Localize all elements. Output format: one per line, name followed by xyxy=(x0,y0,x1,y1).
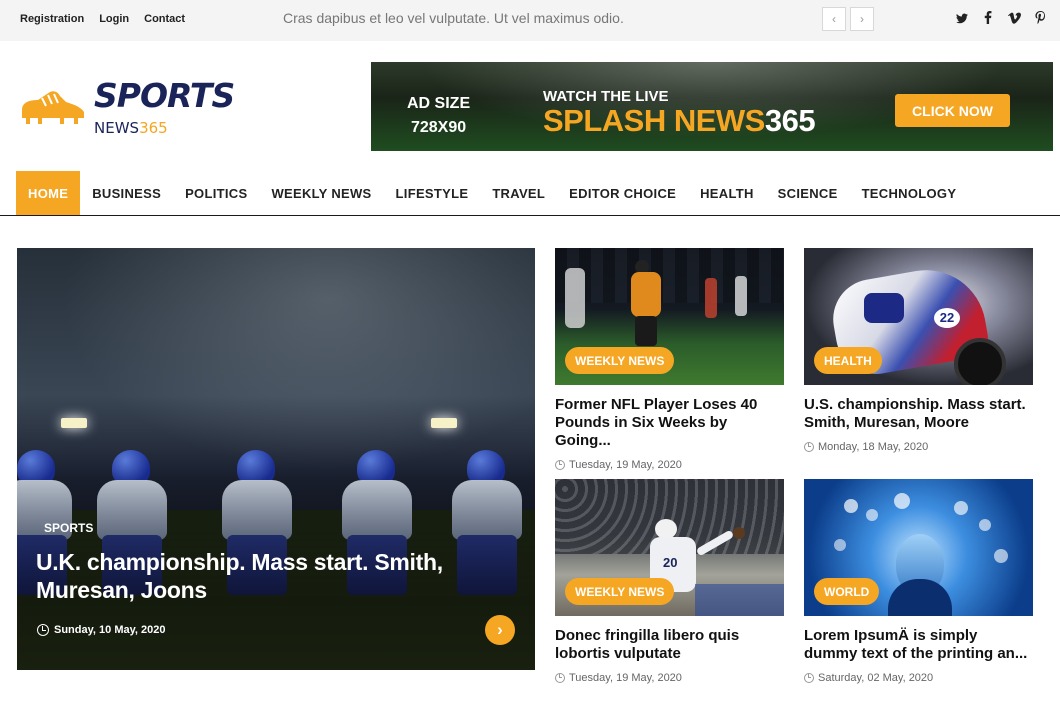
ticker-prev-button[interactable]: ‹ xyxy=(822,7,846,31)
hero-article[interactable]: SPORTS U.K. championship. Mass start. Sm… xyxy=(17,248,535,670)
clock-icon xyxy=(37,624,49,636)
nav-item-technology[interactable]: TECHNOLOGY xyxy=(850,171,969,215)
article-title[interactable]: Donec fringilla libero quis lobortis vul… xyxy=(555,627,784,663)
ticker-next-button[interactable]: › xyxy=(850,7,874,31)
hero-title[interactable]: U.K. championship. Mass start. Smith, Mu… xyxy=(36,548,506,604)
facebook-icon[interactable] xyxy=(982,11,994,28)
article-title[interactable]: Lorem IpsumÄ is simply dummy text of the… xyxy=(804,627,1033,663)
article-date: Tuesday, 19 May, 2020 xyxy=(555,672,784,684)
nav-item-weekly-news[interactable]: WEEKLY NEWS xyxy=(259,171,383,215)
clock-icon xyxy=(804,442,814,452)
category-badge[interactable]: WORLD xyxy=(814,578,880,605)
article-card[interactable]: 22 HEALTH U.S. championship. Mass start.… xyxy=(804,248,1033,453)
article-title[interactable]: Former NFL Player Loses 40 Pounds in Six… xyxy=(555,396,784,450)
hero-next-button[interactable]: › xyxy=(485,615,515,645)
article-card[interactable]: 20 WEEKLY NEWS Donec fringilla libero qu… xyxy=(555,479,784,684)
article-date: Monday, 18 May, 2020 xyxy=(804,441,1033,453)
top-bar: Registration Login Contact Cras dapibus … xyxy=(0,0,1060,41)
hero-date: Sunday, 10 May, 2020 xyxy=(37,624,165,636)
category-badge[interactable]: WEEKLY NEWS xyxy=(565,347,675,374)
article-image[interactable]: WEEKLY NEWS xyxy=(555,248,784,385)
logo-brand-text: SPORTS xyxy=(94,76,235,115)
article-card[interactable]: WORLD Lorem IpsumÄ is simply dummy text … xyxy=(804,479,1033,684)
registration-link[interactable]: Registration xyxy=(20,13,84,25)
nav-item-science[interactable]: SCIENCE xyxy=(766,171,850,215)
pinterest-icon[interactable] xyxy=(1034,11,1046,28)
news-ticker[interactable]: Cras dapibus et leo vel vulputate. Ut ve… xyxy=(283,10,663,34)
twitter-icon[interactable] xyxy=(956,12,968,28)
nav-item-health[interactable]: HEALTH xyxy=(688,171,766,215)
login-link[interactable]: Login xyxy=(99,13,129,25)
article-date: Saturday, 02 May, 2020 xyxy=(804,672,1033,684)
article-date: Tuesday, 19 May, 2020 xyxy=(555,459,784,471)
ad-size-label: AD SIZE 728X90 xyxy=(407,95,471,136)
nav-item-politics[interactable]: POLITICS xyxy=(173,171,259,215)
nav-item-editor-choice[interactable]: EDITOR CHOICE xyxy=(557,171,688,215)
nav-item-travel[interactable]: TRAVEL xyxy=(480,171,557,215)
site-logo[interactable]: SPORTS NEWS365 xyxy=(20,70,250,140)
banner-click-now-button[interactable]: CLICK NOW xyxy=(895,94,1010,127)
top-links: Registration Login Contact xyxy=(20,13,200,25)
social-links xyxy=(956,11,1046,28)
clock-icon xyxy=(804,673,814,683)
contact-link[interactable]: Contact xyxy=(144,13,185,25)
vimeo-icon[interactable] xyxy=(1008,12,1021,28)
main-nav: HOME BUSINESS POLITICS WEEKLY NEWS LIFES… xyxy=(0,171,1060,216)
logo-sub-text: NEWS365 xyxy=(94,119,168,137)
banner-splash-text: SPLASH NEWS365 xyxy=(543,103,816,138)
ticker-text[interactable]: Cras dapibus et leo vel vulputate. Ut ve… xyxy=(283,10,624,26)
ad-banner[interactable]: AD SIZE 728X90 WATCH THE LIVE SPLASH NEW… xyxy=(371,62,1053,151)
nav-item-lifestyle[interactable]: LIFESTYLE xyxy=(384,171,481,215)
clock-icon xyxy=(555,673,565,683)
article-image[interactable]: 20 WEEKLY NEWS xyxy=(555,479,784,616)
nav-item-home[interactable]: HOME xyxy=(16,171,81,215)
cleat-icon xyxy=(22,91,84,124)
category-badge[interactable]: WEEKLY NEWS xyxy=(565,578,675,605)
article-title[interactable]: U.S. championship. Mass start. Smith, Mu… xyxy=(804,396,1033,432)
hero-category[interactable]: SPORTS xyxy=(44,521,93,535)
article-card[interactable]: WEEKLY NEWS Former NFL Player Loses 40 P… xyxy=(555,248,784,471)
nav-item-business[interactable]: BUSINESS xyxy=(80,171,173,215)
article-image[interactable]: WORLD xyxy=(804,479,1033,616)
clock-icon xyxy=(555,460,565,470)
article-image[interactable]: 22 HEALTH xyxy=(804,248,1033,385)
category-badge[interactable]: HEALTH xyxy=(814,347,882,374)
